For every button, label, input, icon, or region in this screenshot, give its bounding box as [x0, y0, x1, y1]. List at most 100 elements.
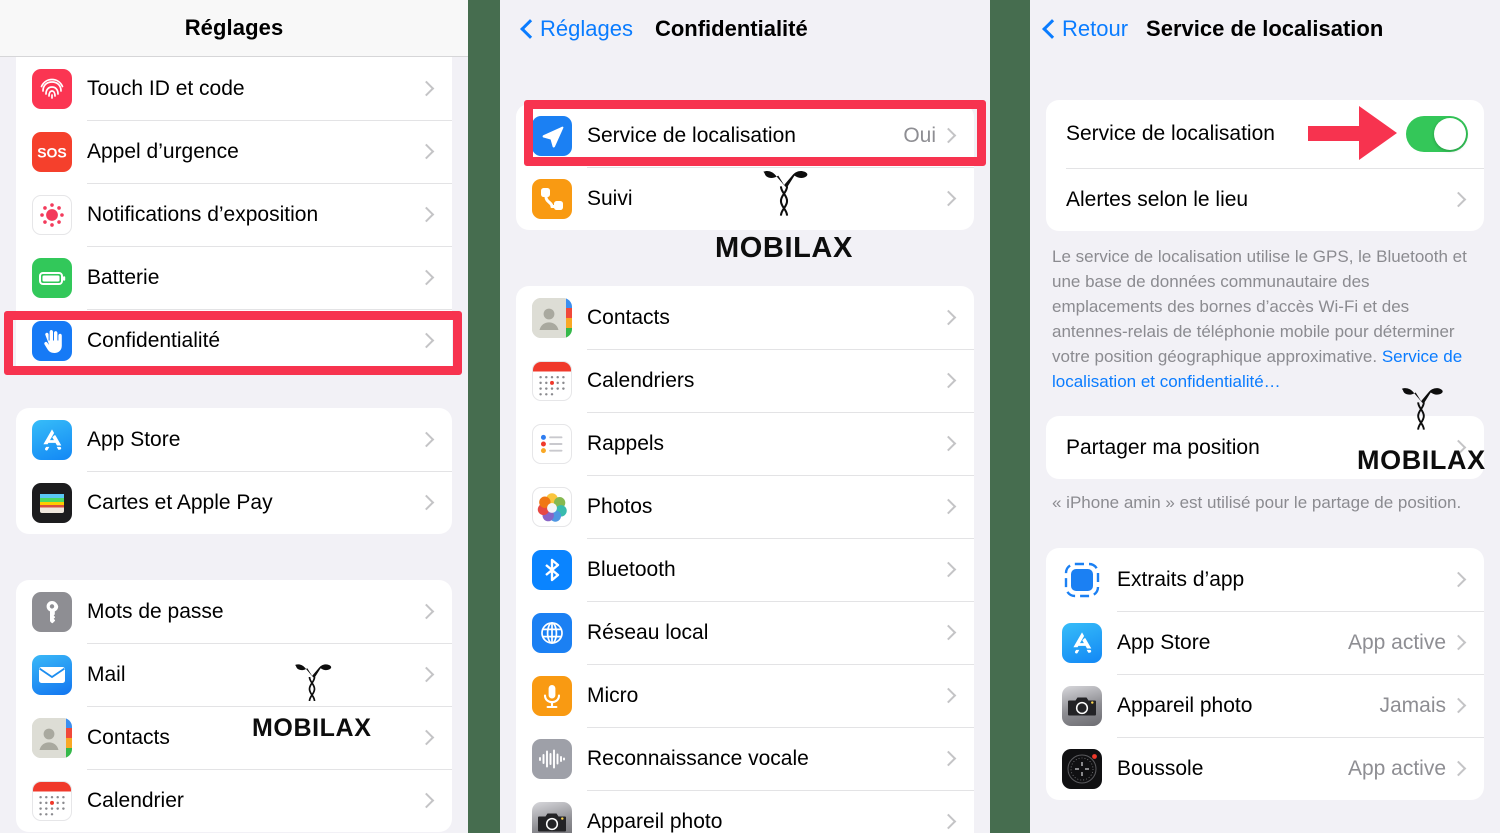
- back-button-retour[interactable]: Retour: [1044, 16, 1128, 42]
- settings-row-label: Notifications d’exposition: [87, 202, 319, 226]
- privacy-row-microphone[interactable]: Micro: [516, 664, 974, 727]
- chevron-right-icon: [424, 603, 434, 620]
- chevron-left-icon: [522, 20, 533, 39]
- privacy-row-camera[interactable]: Appareil photo: [516, 790, 974, 833]
- share-location-label: Partager ma position: [1066, 435, 1260, 459]
- microphone-icon: [532, 675, 572, 716]
- location-apps-group: Extraits d’app App Store App active Appa…: [1046, 548, 1484, 800]
- privacy-row-speech-recognition[interactable]: Reconnaissance vocale: [516, 727, 974, 790]
- settings-row-calendar[interactable]: Calendrier: [16, 769, 452, 832]
- privacy-row-label: Rappels: [587, 431, 665, 455]
- settings-row-battery[interactable]: Batterie: [16, 246, 452, 309]
- camera-icon: [532, 801, 572, 833]
- privacy-hand-icon: [32, 320, 72, 361]
- chevron-right-icon: [1456, 697, 1466, 714]
- chevron-right-icon: [424, 729, 434, 746]
- privacy-row-local-network[interactable]: Réseau local: [516, 601, 974, 664]
- touch-id-icon: [32, 68, 72, 109]
- chevron-right-icon: [946, 435, 956, 452]
- share-location-row[interactable]: Partager ma position: [1046, 416, 1484, 479]
- wallet-icon: [32, 482, 72, 523]
- chevron-right-icon: [946, 190, 956, 207]
- privacy-row-bluetooth[interactable]: Bluetooth: [516, 538, 974, 601]
- chevron-right-icon: [1456, 191, 1466, 208]
- settings-row-mail[interactable]: Mail: [16, 643, 452, 706]
- privacy-row-label: Suivi: [587, 186, 633, 210]
- location-app-row-app-clips[interactable]: Extraits d’app: [1046, 548, 1484, 611]
- privacy-row-label: Bluetooth: [587, 557, 676, 581]
- location-app-label: App Store: [1117, 630, 1211, 654]
- share-location-group: Partager ma position: [1046, 416, 1484, 479]
- privacy-navbar: Réglages Confidentialité: [500, 0, 990, 58]
- settings-row-label: Cartes et Apple Pay: [87, 490, 273, 514]
- settings-row-label: Touch ID et code: [87, 76, 245, 100]
- location-master-group: Service de localisation Alertes selon le…: [1046, 100, 1484, 231]
- chevron-right-icon: [424, 332, 434, 349]
- settings-group-2: App Store Cartes et Apple Pay: [16, 408, 452, 534]
- chevron-right-icon: [424, 494, 434, 511]
- privacy-row-contacts[interactable]: Contacts: [516, 286, 974, 349]
- location-app-row-camera[interactable]: Appareil photo Jamais: [1046, 674, 1484, 737]
- chevron-right-icon: [946, 624, 956, 641]
- privacy-row-tracking[interactable]: Suivi: [516, 167, 974, 230]
- location-alerts-label: Alertes selon le lieu: [1066, 187, 1249, 211]
- settings-row-wallet[interactable]: Cartes et Apple Pay: [16, 471, 452, 534]
- location-services-toggle[interactable]: [1406, 116, 1468, 152]
- location-app-label: Extraits d’app: [1117, 567, 1245, 591]
- settings-row-label: Calendrier: [87, 788, 184, 812]
- privacy-row-reminders[interactable]: Rappels: [516, 412, 974, 475]
- local-network-icon: [532, 612, 572, 653]
- sos-icon: SOS: [32, 131, 72, 172]
- settings-row-privacy[interactable]: Confidentialité: [16, 309, 452, 372]
- location-app-value: Jamais: [1379, 693, 1446, 717]
- chevron-right-icon: [1456, 760, 1466, 777]
- chevron-right-icon: [424, 206, 434, 223]
- battery-icon: [32, 257, 72, 298]
- settings-row-label: Confidentialité: [87, 328, 221, 352]
- privacy-row-value: Oui: [903, 123, 936, 147]
- privacy-row-photos[interactable]: Photos: [516, 475, 974, 538]
- calendar-icon: [32, 780, 72, 821]
- location-navbar: Retour Service de localisation: [1030, 0, 1500, 58]
- settings-row-label: App Store: [87, 427, 181, 451]
- privacy-row-label: Reconnaissance vocale: [587, 746, 809, 770]
- app-store-icon: [32, 419, 72, 460]
- location-app-row-app-store[interactable]: App Store App active: [1046, 611, 1484, 674]
- chevron-right-icon: [424, 80, 434, 97]
- privacy-row-location-services[interactable]: Service de localisation Oui: [516, 104, 974, 167]
- settings-row-exposure-notifications[interactable]: Notifications d’exposition: [16, 183, 452, 246]
- camera-icon: [1062, 685, 1102, 726]
- chevron-right-icon: [424, 431, 434, 448]
- chevron-right-icon: [424, 666, 434, 683]
- chevron-right-icon: [424, 792, 434, 809]
- privacy-group-1: Service de localisation Oui Suivi: [516, 104, 974, 230]
- privacy-row-calendars[interactable]: Calendriers: [516, 349, 974, 412]
- page-title: Réglages: [184, 15, 284, 40]
- location-description: Le service de localisation utilise le GP…: [1030, 231, 1500, 394]
- location-services-toggle-row[interactable]: Service de localisation: [1046, 100, 1484, 168]
- back-button-settings[interactable]: Réglages: [522, 16, 633, 42]
- privacy-group-2: Contacts Calendriers Rappels Photos Blue…: [516, 286, 974, 833]
- bluetooth-icon: [532, 549, 572, 590]
- settings-row-emergency-call[interactable]: SOS Appel d’urgence: [16, 120, 452, 183]
- back-button-label: Retour: [1062, 16, 1129, 41]
- settings-row-touch-id[interactable]: Touch ID et code: [16, 57, 452, 120]
- location-alerts-row[interactable]: Alertes selon le lieu: [1046, 168, 1484, 231]
- privacy-row-label: Contacts: [587, 305, 670, 329]
- settings-row-contacts[interactable]: Contacts: [16, 706, 452, 769]
- chevron-right-icon: [946, 750, 956, 767]
- settings-row-label: Mail: [87, 662, 126, 686]
- settings-row-label: Mots de passe: [87, 599, 224, 623]
- page-title: Confidentialité: [654, 16, 808, 41]
- location-app-row-compass[interactable]: Boussole App active: [1046, 737, 1484, 800]
- settings-row-app-store[interactable]: App Store: [16, 408, 452, 471]
- settings-row-label: Contacts: [87, 725, 170, 749]
- reminders-icon: [532, 423, 572, 464]
- share-location-footnote: « iPhone amin » est utilisé pour le part…: [1052, 493, 1462, 512]
- settings-row-passwords[interactable]: Mots de passe: [16, 580, 452, 643]
- compass-icon: [1062, 748, 1102, 789]
- location-panel: Retour Service de localisation Service d…: [1030, 0, 1500, 833]
- privacy-row-label: Service de localisation: [587, 123, 796, 147]
